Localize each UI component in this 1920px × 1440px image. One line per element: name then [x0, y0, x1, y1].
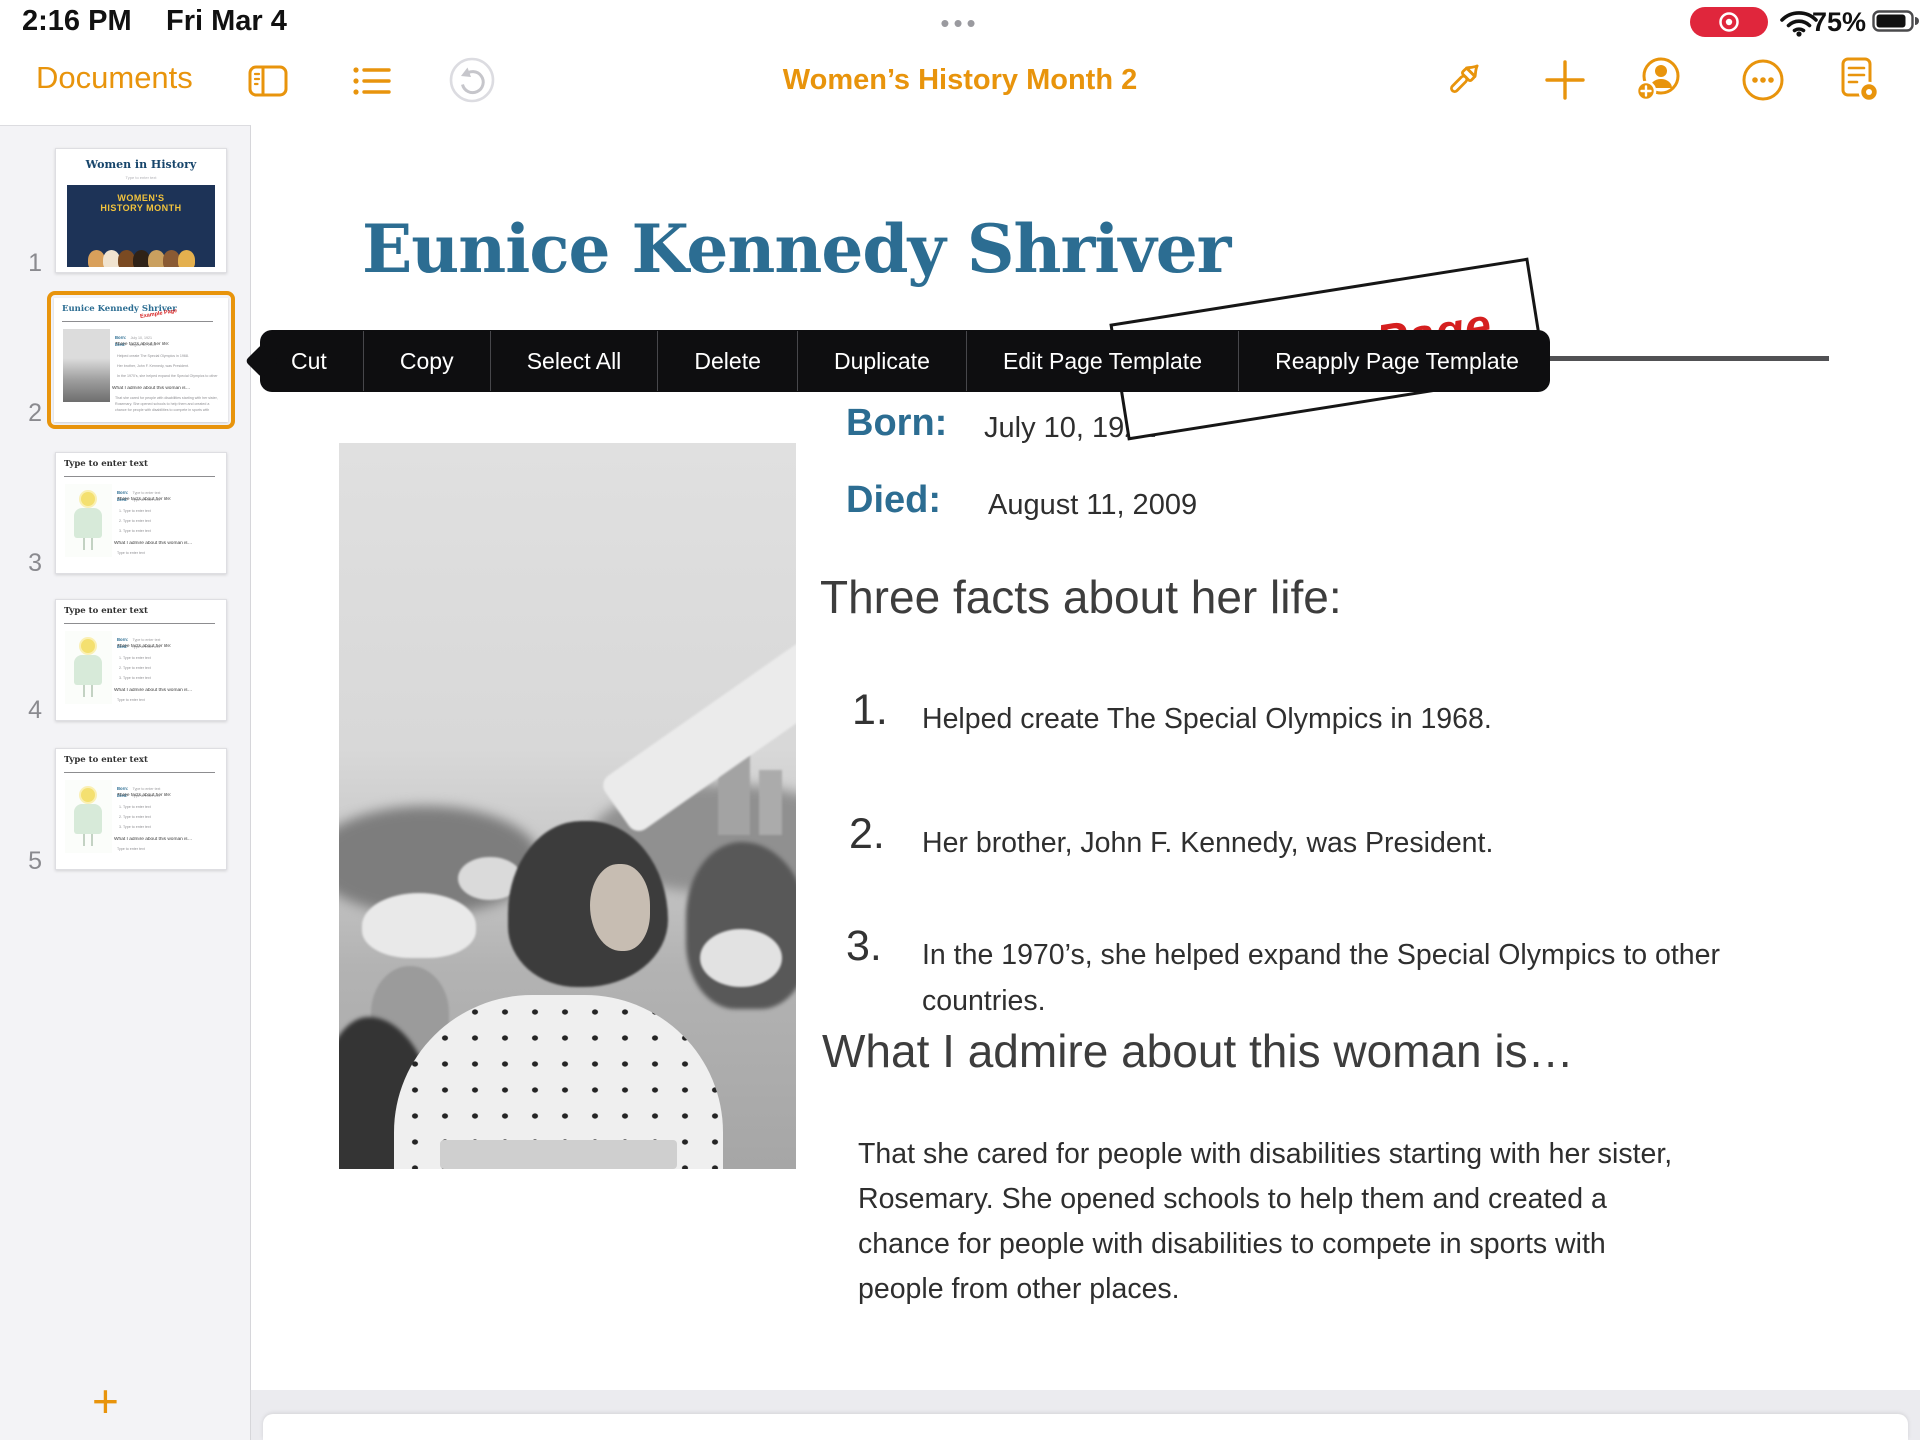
- fact-text[interactable]: In the 1970’s, she helped expand the Spe…: [922, 939, 1720, 972]
- insert-plus-icon[interactable]: [1541, 56, 1589, 102]
- add-page-button[interactable]: +: [92, 1374, 119, 1428]
- fact-text[interactable]: Helped create The Special Olympics in 19…: [922, 703, 1492, 736]
- page-number: 2: [12, 399, 42, 428]
- born-label[interactable]: Born:: [846, 402, 947, 445]
- context-menu: Cut Copy Select All Delete Duplicate Edi…: [260, 330, 1550, 392]
- fact-number: 3.: [846, 922, 882, 971]
- thumbnail-page-3[interactable]: Type to enter text Born: Type to enter t…: [55, 452, 227, 574]
- page-number: 4: [12, 696, 42, 725]
- sidebar-toggle-icon[interactable]: [244, 58, 292, 104]
- collaborate-icon[interactable]: [1634, 54, 1682, 100]
- menu-separator: [657, 331, 658, 391]
- photo-woman-face: [590, 864, 649, 951]
- document-name[interactable]: Women’s History Month 2: [783, 64, 1137, 97]
- admire-heading[interactable]: What I admire about this woman is…: [822, 1024, 1574, 1078]
- menu-item-cut[interactable]: Cut: [260, 330, 358, 392]
- fact-number: 2.: [849, 810, 885, 859]
- thumb-placeholder-figure: [65, 484, 112, 557]
- menu-item-edit-page-template[interactable]: Edit Page Template: [972, 330, 1233, 392]
- page-number: 3: [12, 549, 42, 578]
- menu-item-copy[interactable]: Copy: [369, 330, 485, 392]
- facts-heading[interactable]: Three facts about her life:: [820, 570, 1342, 624]
- documents-back-button[interactable]: Documents: [36, 60, 193, 96]
- window-handle-icon[interactable]: •••: [940, 8, 979, 39]
- menu-separator: [363, 331, 364, 391]
- page-thumbnails-sidebar: 1 2 3 4 5 Women in History Type to enter…: [0, 125, 251, 1440]
- admire-paragraph-line[interactable]: Rosemary. She opened schools to help the…: [858, 1183, 1607, 1216]
- record-icon: [1715, 8, 1743, 36]
- thumbnail-page-5[interactable]: Type to enter text Born: Type to enter t…: [55, 748, 227, 870]
- thumb-photo: [63, 329, 110, 402]
- fact-number: 1.: [852, 686, 888, 735]
- next-page-top-edge[interactable]: [263, 1414, 1908, 1440]
- thumb-rule: [62, 321, 213, 322]
- admire-paragraph-line[interactable]: people from other places.: [858, 1273, 1180, 1306]
- thumb-cover-poster: WOMEN'S HISTORY MONTH: [67, 185, 215, 267]
- admire-paragraph-line[interactable]: That she cared for people with disabilit…: [858, 1138, 1672, 1171]
- status-time: 2:16 PM: [22, 5, 132, 38]
- menu-separator: [966, 331, 967, 391]
- thumbnail-page-2-selected[interactable]: Eunice Kennedy Shriver Example Page Born…: [47, 291, 235, 429]
- died-value[interactable]: August 11, 2009: [988, 489, 1197, 522]
- menu-item-duplicate[interactable]: Duplicate: [803, 330, 961, 392]
- thumb-poster-faces: [67, 246, 215, 267]
- menu-separator: [490, 331, 491, 391]
- thumb-placeholder-figure: [65, 631, 112, 704]
- menu-separator: [1238, 331, 1239, 391]
- battery-percent: 75%: [1812, 7, 1866, 38]
- screen-recording-indicator[interactable]: [1690, 7, 1768, 37]
- fact-text[interactable]: countries.: [922, 985, 1046, 1018]
- photo-building: [759, 770, 782, 835]
- pages-app-window: 2:16 PM Fri Mar 4 ••• 75% Documents: [0, 0, 1920, 1440]
- thumb-poster-text: WOMEN'S HISTORY MONTH: [67, 193, 215, 214]
- document-photo[interactable]: [339, 443, 796, 1169]
- screen-view-icon[interactable]: [1835, 54, 1883, 100]
- thumb-cover-hint: Type to enter text: [56, 175, 226, 180]
- page-number: 1: [12, 249, 42, 278]
- page-title[interactable]: Eunice Kennedy Shriver: [362, 210, 1230, 288]
- menu-item-reapply-page-template[interactable]: Reapply Page Template: [1244, 330, 1550, 392]
- thumb-placeholder-figure: [65, 780, 112, 853]
- admire-paragraph-line[interactable]: chance for people with disabilities to c…: [858, 1228, 1606, 1261]
- menu-item-delete[interactable]: Delete: [663, 330, 791, 392]
- battery-icon: [1872, 9, 1919, 33]
- list-view-icon[interactable]: [348, 58, 396, 104]
- thumbnail-page-1[interactable]: Women in History Type to enter text WOME…: [55, 148, 227, 273]
- thumbnail-page-4[interactable]: Type to enter text Born: Type to enter t…: [55, 599, 227, 721]
- menu-separator: [797, 331, 798, 391]
- menu-item-select-all[interactable]: Select All: [496, 330, 653, 392]
- more-options-icon[interactable]: [1739, 56, 1787, 102]
- photo-belt: [440, 1140, 678, 1169]
- fact-text[interactable]: Her brother, John F. Kennedy, was Presid…: [922, 827, 1493, 860]
- photo-crowd-hat: [362, 893, 476, 958]
- died-label[interactable]: Died:: [846, 479, 941, 522]
- status-date: Fri Mar 4: [166, 5, 287, 38]
- undo-icon[interactable]: [446, 54, 494, 100]
- format-brush-icon[interactable]: [1439, 56, 1487, 102]
- thumb-cover-title: Women in History: [56, 158, 226, 171]
- page-number: 5: [12, 847, 42, 876]
